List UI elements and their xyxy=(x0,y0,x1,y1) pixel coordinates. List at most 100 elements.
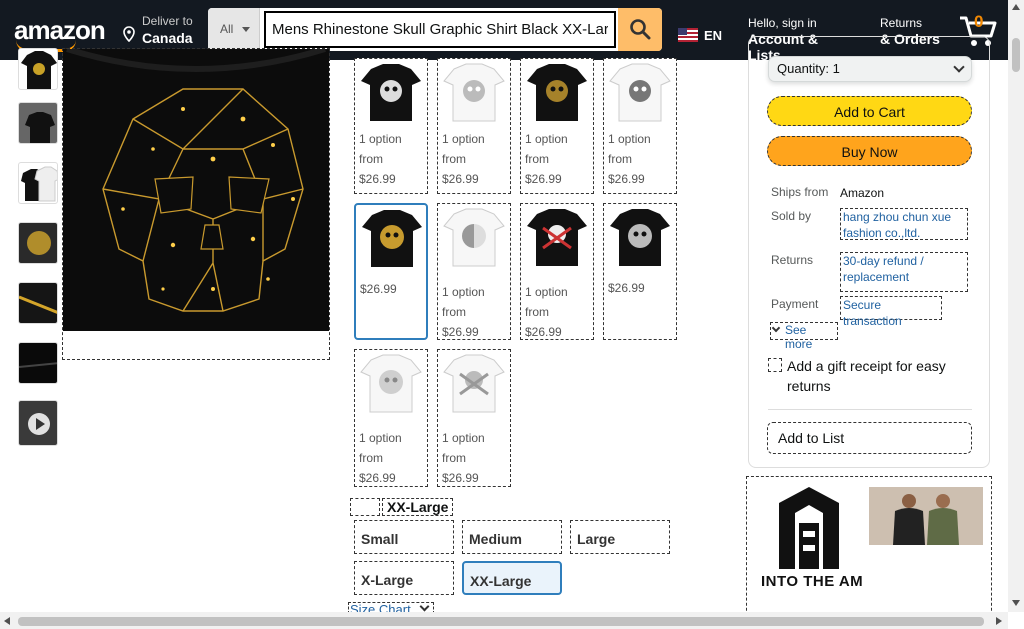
seller-link[interactable]: hang zhou chun xue fashion co.,ltd. xyxy=(840,208,968,240)
account-greeting: Hello, sign in xyxy=(748,16,817,30)
shirt-swatch-icon xyxy=(610,209,670,266)
thumbnail-image[interactable] xyxy=(18,282,58,324)
location-pin-icon xyxy=(123,26,135,42)
play-video-icon xyxy=(19,401,57,445)
search-button[interactable] xyxy=(618,8,662,51)
size-option-large[interactable]: Large xyxy=(570,520,670,554)
gift-receipt-label: Add a gift receipt for easy returns xyxy=(787,358,946,394)
scroll-left-arrow-icon[interactable] xyxy=(4,617,10,625)
quantity-dropdown[interactable]: Quantity: 1 xyxy=(768,56,972,82)
option-from: from xyxy=(525,152,549,166)
shirt-swatch-icon xyxy=(361,64,421,121)
option-count: 1 option xyxy=(442,431,485,445)
style-option[interactable]: 1 option from $26.99 xyxy=(437,58,511,194)
thumbnail-image[interactable] xyxy=(18,48,58,90)
style-option[interactable]: 1 option from $26.99 xyxy=(437,349,511,487)
gift-receipt-checkbox[interactable] xyxy=(768,358,782,372)
add-to-list-button[interactable]: Add to List xyxy=(767,422,972,454)
shirt-swatch-icon xyxy=(609,63,671,122)
returns-policy-link[interactable]: 30-day refund / replacement xyxy=(840,252,968,292)
shirt-swatch-icon xyxy=(443,208,505,267)
style-option-selected[interactable]: $26.99 xyxy=(354,203,428,340)
style-option[interactable]: 1 option from $26.99 xyxy=(354,349,428,487)
horizontal-scroll-thumb[interactable] xyxy=(18,617,984,626)
vertical-scrollbar[interactable] xyxy=(1008,0,1024,612)
size-label-box xyxy=(350,498,380,516)
size-option-xx-large[interactable]: XX-Large xyxy=(462,561,562,595)
shirt-swatch-icon xyxy=(527,209,587,266)
thumbnail-image[interactable] xyxy=(18,162,58,204)
style-option[interactable]: 1 option from $26.99 xyxy=(520,58,594,194)
ships-from-value: Amazon xyxy=(840,186,885,200)
option-count: 1 option xyxy=(359,132,402,146)
option-count: 1 option xyxy=(525,132,568,146)
search-category-dropdown[interactable]: All xyxy=(208,8,260,51)
option-price: $26.99 xyxy=(359,471,396,485)
option-from: from xyxy=(442,305,466,319)
option-price: $26.99 xyxy=(608,281,645,295)
scroll-right-arrow-icon[interactable] xyxy=(996,617,1002,625)
main-product-image[interactable] xyxy=(62,45,330,360)
models-photo-image xyxy=(869,487,983,545)
deliver-to-button[interactable]: Deliver to Canada xyxy=(118,4,200,54)
scroll-up-arrow-icon[interactable] xyxy=(1012,4,1020,10)
search-input[interactable] xyxy=(264,11,616,48)
divider xyxy=(768,409,972,410)
style-option[interactable]: 1 option from $26.99 xyxy=(437,203,511,340)
fabric-detail-icon xyxy=(19,283,57,323)
secure-transaction-link[interactable]: Secure transaction xyxy=(840,296,942,328)
thumbnail-image[interactable] xyxy=(18,102,58,144)
option-count: 1 option xyxy=(442,285,485,299)
sponsored-brand-ad[interactable]: INTO THE AM xyxy=(746,476,992,626)
option-price: $26.99 xyxy=(359,172,396,186)
vertical-scroll-thumb[interactable] xyxy=(1012,38,1020,72)
see-more-label: See more xyxy=(785,323,813,351)
thumbnail-image[interactable] xyxy=(18,222,58,264)
option-from: from xyxy=(442,152,466,166)
language-label: EN xyxy=(704,28,723,43)
caret-down-icon xyxy=(242,27,250,32)
us-flag-icon xyxy=(678,28,698,42)
option-price: $26.99 xyxy=(442,471,479,485)
option-from: from xyxy=(525,305,549,319)
style-option[interactable]: $26.99 xyxy=(603,203,677,340)
shirt-thumbnail-icon xyxy=(19,103,57,143)
shirt-swatch-icon xyxy=(362,210,422,267)
selected-size-label: XX-Large xyxy=(382,498,454,516)
thumbnail-image[interactable] xyxy=(18,342,58,384)
buy-now-button[interactable]: Buy Now xyxy=(767,136,972,166)
style-option[interactable]: 1 option from $26.99 xyxy=(520,203,594,340)
shirt-swatch-icon xyxy=(443,354,505,413)
returns-label: Returns xyxy=(880,16,923,30)
option-count: 1 option xyxy=(608,132,651,146)
shirt-swatch-icon xyxy=(527,64,587,121)
add-to-cart-button[interactable]: Add to Cart xyxy=(767,96,972,126)
option-price: $26.99 xyxy=(608,172,645,186)
option-from: from xyxy=(608,152,632,166)
chevron-down-icon xyxy=(419,603,430,612)
video-thumbnail[interactable] xyxy=(18,400,58,446)
returns-policy-label: Returns xyxy=(771,253,814,267)
option-count: 1 option xyxy=(359,431,402,445)
quantity-label: Quantity: 1 xyxy=(777,61,840,76)
size-option-x-large[interactable]: X-Large xyxy=(354,561,454,595)
style-option[interactable]: 1 option from $26.99 xyxy=(603,58,677,194)
amazon-logo[interactable]: amazon xyxy=(4,4,112,54)
size-option-small[interactable]: Small xyxy=(354,520,454,554)
deliver-label: Deliver to xyxy=(142,14,193,28)
option-count: 1 option xyxy=(442,132,485,146)
size-option-medium[interactable]: Medium xyxy=(462,520,562,554)
option-from: from xyxy=(442,451,466,465)
style-option[interactable]: 1 option from $26.99 xyxy=(354,58,428,194)
shirt-swatch-icon xyxy=(360,354,422,413)
see-more-button[interactable]: See more xyxy=(770,322,838,351)
chevron-down-icon xyxy=(771,323,781,333)
language-selector[interactable]: EN xyxy=(672,8,726,52)
fabric-detail-icon xyxy=(19,343,57,383)
scroll-down-arrow-icon[interactable] xyxy=(1012,600,1020,606)
option-price: $26.99 xyxy=(525,172,562,186)
search-icon xyxy=(630,19,651,40)
shirt-swatch-icon xyxy=(443,63,505,122)
option-price: $26.99 xyxy=(442,325,479,339)
search-bar: All xyxy=(208,8,662,51)
